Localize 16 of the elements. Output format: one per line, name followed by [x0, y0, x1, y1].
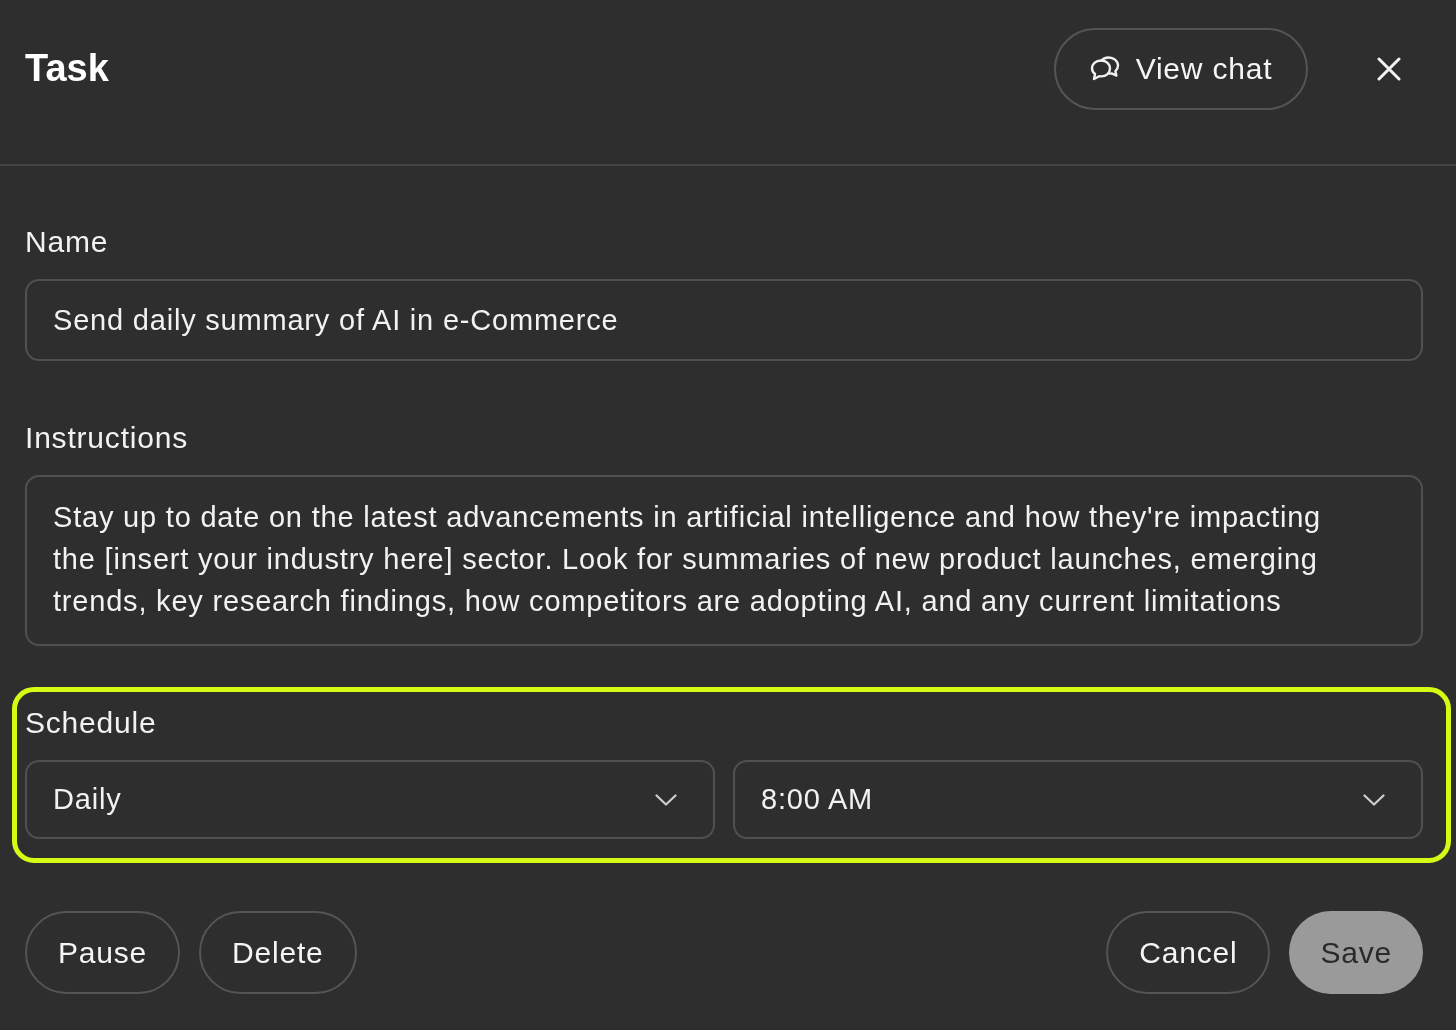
- field-label: Instructions: [25, 420, 188, 455]
- action-button[interactable]: Pause: [25, 911, 181, 994]
- chevron-down-icon: [1363, 793, 1385, 806]
- close-icon: [1377, 57, 1401, 81]
- name-input-field[interactable]: Send daily summary of AI in e-Commerce: [25, 279, 1423, 361]
- dropdown-select[interactable]: Daily: [25, 760, 715, 839]
- view-chat-button[interactable]: View chat: [1054, 28, 1308, 110]
- chevron-down-icon: [655, 793, 677, 806]
- action-button[interactable]: Cancel: [1106, 911, 1271, 994]
- schedule-label: Schedule: [25, 705, 157, 740]
- chat-bubbles-icon: [1089, 56, 1120, 82]
- action-button[interactable]: Delete: [199, 911, 357, 994]
- field-label: Name: [25, 224, 109, 259]
- instructions-text-area[interactable]: Stay up to date on the latest advancements in artificial intelligence and how they're impacting the [insert your industry here] sector. Look for summaries of new product launches, emerging trends, key research findings, how competitors are adopting AI, and any current limitations: [25, 475, 1423, 646]
- dialog-title: Task: [25, 46, 109, 92]
- dropdown-select[interactable]: 8:00 AM: [733, 760, 1423, 839]
